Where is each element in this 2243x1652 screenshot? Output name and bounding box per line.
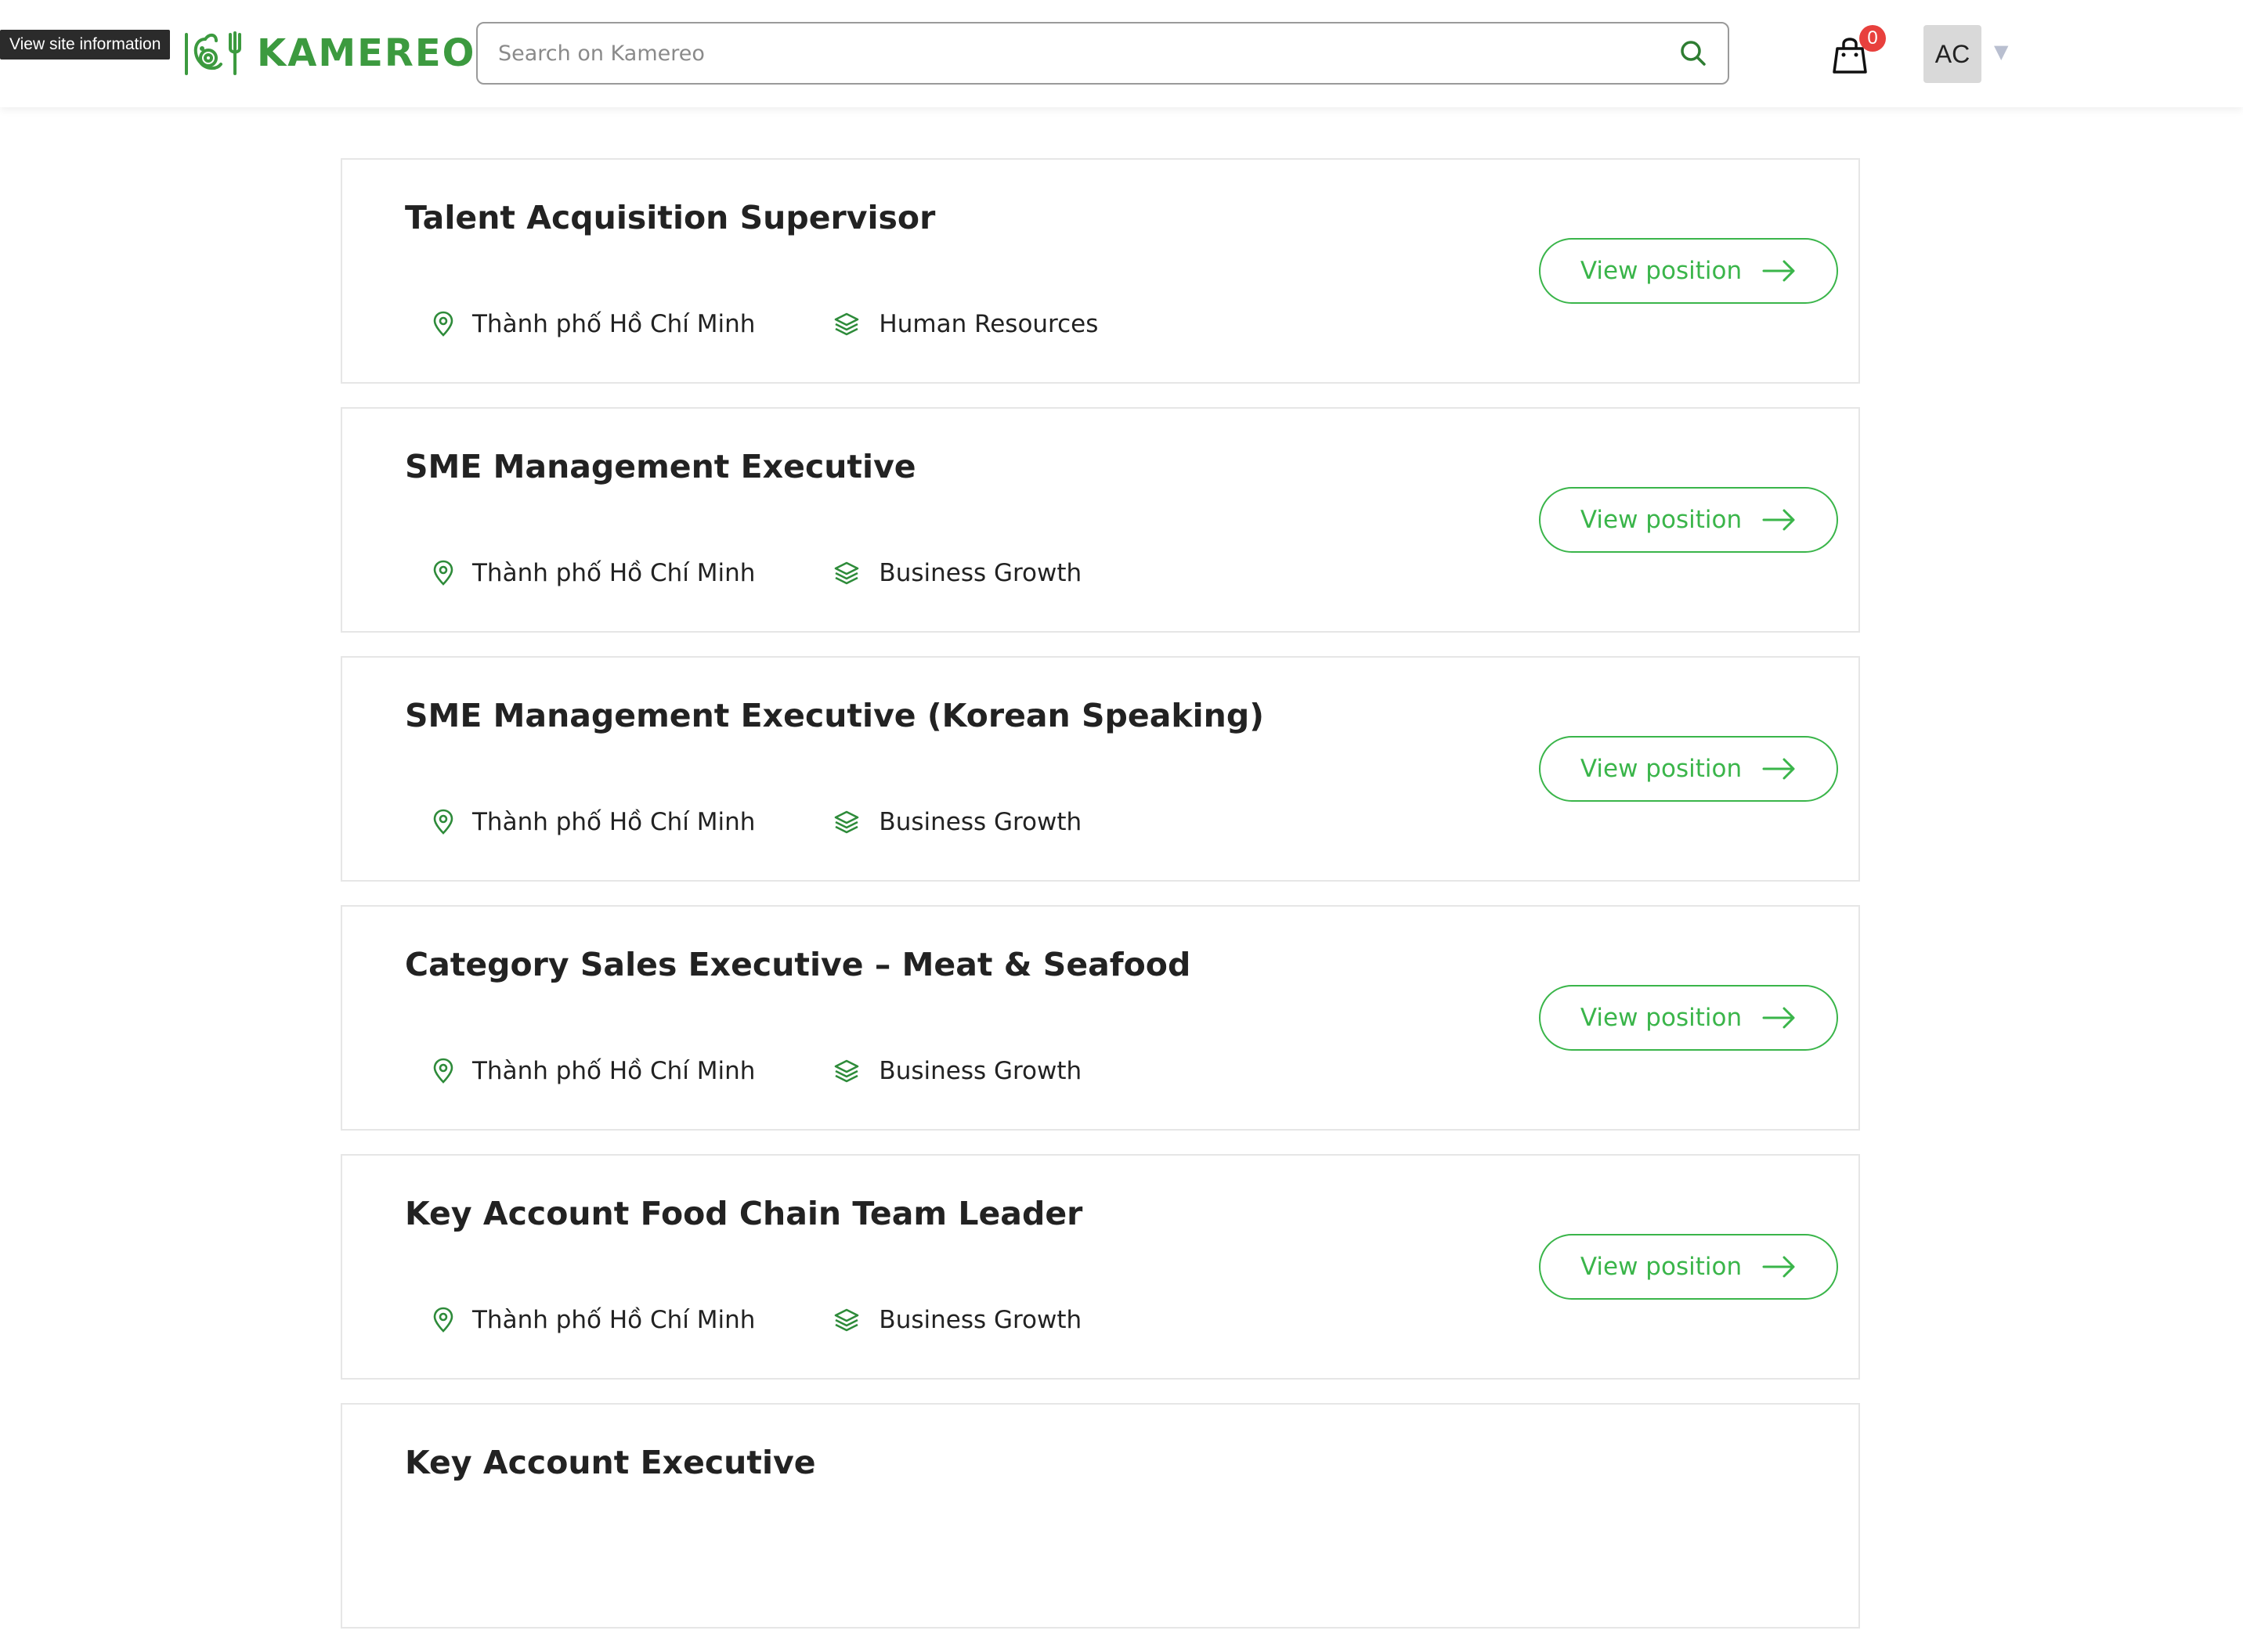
job-department: Business Growth bbox=[879, 1057, 1082, 1085]
job-title: Category Sales Executive – Meat & Seafoo… bbox=[405, 946, 1191, 983]
layers-icon bbox=[835, 1059, 859, 1083]
view-position-button[interactable]: View position bbox=[1539, 1234, 1838, 1300]
job-department: Human Resources bbox=[879, 310, 1099, 338]
job-title: SME Management Executive bbox=[405, 448, 916, 485]
kamereo-logo[interactable]: KAMEREO bbox=[182, 28, 475, 78]
job-title: Talent Acquisition Supervisor bbox=[405, 199, 936, 236]
brand-name: KAMEREO bbox=[257, 31, 476, 75]
view-position-label: View position bbox=[1580, 755, 1743, 783]
job-location: Thành phố Hồ Chí Minh bbox=[472, 808, 756, 836]
location-pin-icon bbox=[433, 809, 453, 835]
job-department-group: Business Growth bbox=[833, 1057, 1082, 1085]
view-position-label: View position bbox=[1580, 1253, 1743, 1281]
job-location: Thành phố Hồ Chí Minh bbox=[472, 310, 756, 338]
arrow-right-icon bbox=[1762, 1007, 1795, 1029]
job-card: SME Management Executive Thành phố Hồ Ch… bbox=[341, 407, 1860, 633]
job-department-group: Business Growth bbox=[833, 559, 1082, 587]
job-meta: Thành phố Hồ Chí Minh Business Growth bbox=[430, 808, 1082, 836]
cart-button[interactable]: 0 bbox=[1831, 25, 1886, 75]
cart-count-badge: 0 bbox=[1859, 25, 1886, 52]
layers-icon bbox=[835, 810, 859, 834]
job-meta: Thành phố Hồ Chí Minh Business Growth bbox=[430, 559, 1082, 587]
view-position-label: View position bbox=[1580, 506, 1743, 534]
view-position-button[interactable]: View position bbox=[1539, 238, 1838, 304]
location-pin-icon bbox=[433, 1058, 453, 1084]
site-info-tooltip: View site information bbox=[0, 30, 171, 60]
search-icon[interactable] bbox=[1678, 38, 1709, 69]
chevron-down-icon[interactable]: ▼ bbox=[1994, 41, 2008, 63]
job-meta: Thành phố Hồ Chí Minh Business Growth bbox=[430, 1057, 1082, 1085]
job-title: Key Account Executive bbox=[405, 1444, 816, 1481]
layers-icon bbox=[835, 312, 859, 336]
job-meta: Thành phố Hồ Chí Minh Business Growth bbox=[430, 1306, 1082, 1334]
view-position-button[interactable]: View position bbox=[1539, 985, 1838, 1051]
layers-icon bbox=[835, 561, 859, 585]
job-location: Thành phố Hồ Chí Minh bbox=[472, 1306, 756, 1334]
arrow-right-icon bbox=[1762, 758, 1795, 780]
job-card: Key Account Executive bbox=[341, 1403, 1860, 1629]
job-location: Thành phố Hồ Chí Minh bbox=[472, 1057, 756, 1085]
job-department-group: Business Growth bbox=[833, 1306, 1082, 1334]
site-header: View site information KAMEREO Search on … bbox=[0, 0, 2243, 107]
job-card: Key Account Food Chain Team Leader Thành… bbox=[341, 1154, 1860, 1380]
view-position-label: View position bbox=[1580, 257, 1743, 285]
arrow-right-icon bbox=[1762, 1256, 1795, 1278]
job-department: Business Growth bbox=[879, 559, 1082, 587]
job-meta: Thành phố Hồ Chí Minh Human Resources bbox=[430, 310, 1098, 338]
job-location: Thành phố Hồ Chí Minh bbox=[472, 559, 756, 587]
job-department-group: Human Resources bbox=[833, 310, 1098, 338]
search-input[interactable] bbox=[497, 40, 1678, 67]
job-department-group: Business Growth bbox=[833, 808, 1082, 836]
location-pin-icon bbox=[433, 1307, 453, 1333]
job-department: Business Growth bbox=[879, 808, 1082, 836]
view-position-label: View position bbox=[1580, 1004, 1743, 1032]
job-title: SME Management Executive (Korean Speakin… bbox=[405, 697, 1264, 734]
job-title: Key Account Food Chain Team Leader bbox=[405, 1195, 1083, 1232]
view-position-button[interactable]: View position bbox=[1539, 736, 1838, 802]
view-position-button[interactable]: View position bbox=[1539, 487, 1838, 553]
chameleon-logo-icon bbox=[185, 31, 241, 75]
job-card: SME Management Executive (Korean Speakin… bbox=[341, 656, 1860, 882]
location-pin-icon bbox=[433, 311, 453, 337]
search-bar bbox=[476, 22, 1729, 85]
job-card: Category Sales Executive – Meat & Seafoo… bbox=[341, 905, 1860, 1131]
job-card: Talent Acquisition Supervisor Thành phố … bbox=[341, 158, 1860, 384]
arrow-right-icon bbox=[1762, 260, 1795, 282]
arrow-right-icon bbox=[1762, 509, 1795, 531]
user-avatar[interactable]: AC bbox=[1923, 25, 1981, 83]
job-department: Business Growth bbox=[879, 1306, 1082, 1334]
location-pin-icon bbox=[433, 560, 453, 586]
layers-icon bbox=[835, 1308, 859, 1332]
job-list: Talent Acquisition Supervisor Thành phố … bbox=[341, 158, 1860, 1652]
